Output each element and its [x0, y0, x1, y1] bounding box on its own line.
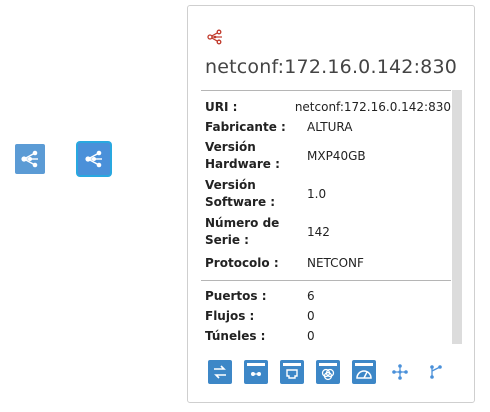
network-node-icon [207, 29, 222, 45]
detail-value: MXP40GB [307, 149, 366, 163]
device-node-selected[interactable] [78, 143, 110, 175]
network-node-icon [85, 150, 102, 168]
device-details-panel: netconf:172.16.0.142:830 URI : netconf:1… [187, 5, 475, 403]
count-label: Puertos : [205, 288, 267, 303]
count-row: Flujos : 0 [201, 306, 451, 326]
branch-icon [430, 365, 442, 379]
detail-row: Protocolo : NETCONF [201, 251, 451, 275]
detail-label: Versión Software : [205, 178, 276, 209]
detail-value: ALTURA [307, 120, 353, 134]
detail-value: 1.0 [307, 187, 327, 201]
circles-link-icon [319, 363, 337, 381]
detail-label: Fabricante : [205, 119, 286, 134]
device-ports-button[interactable] [244, 360, 268, 384]
device-node[interactable] [15, 144, 45, 174]
detail-row: Versión Hardware : MXP40GB [201, 137, 451, 175]
gauge-button[interactable] [352, 360, 376, 384]
device-ports-icon [247, 363, 265, 376]
detail-label: Número de Serie : [205, 216, 280, 247]
count-label: Flujos : [205, 308, 255, 323]
count-row: Túneles : 0 [201, 326, 451, 346]
ethernet-port-icon [283, 363, 301, 379]
count-value: 6 [307, 289, 315, 303]
gauge-icon [355, 363, 373, 379]
detail-label: Versión Hardware : [205, 140, 280, 171]
detail-row: Número de Serie : 142 [201, 213, 451, 251]
detail-label: URI : [205, 99, 238, 114]
detail-row: Fabricante : ALTURA [201, 117, 451, 137]
detail-value: netconf:172.16.0.142:830 [294, 100, 451, 114]
ethernet-port-button[interactable] [280, 360, 304, 384]
count-value: 0 [307, 329, 315, 343]
panel-title: netconf:172.16.0.142:830 [204, 56, 458, 78]
switch-arrows-icon [214, 365, 226, 379]
detail-row: URI : netconf:172.16.0.142:830 [201, 97, 451, 117]
network-node-icon [392, 364, 408, 380]
count-label: Túneles : [205, 328, 266, 343]
detail-row: Versión Software : 1.0 [201, 175, 451, 213]
details-scrollbar[interactable] [452, 90, 462, 344]
detail-label: Protocolo : [205, 255, 279, 270]
switch-view-button[interactable] [208, 360, 232, 384]
network-node-icon [21, 150, 38, 168]
count-value: 0 [307, 309, 315, 323]
network-node-button[interactable] [388, 360, 412, 384]
count-row: Puertos : 6 [201, 286, 451, 306]
detail-value: 142 [307, 225, 330, 239]
circles-link-button[interactable] [316, 360, 340, 384]
detail-value: NETCONF [307, 256, 364, 270]
branch-button[interactable] [424, 360, 448, 384]
panel-toolbar [208, 358, 460, 386]
device-info: URI : netconf:172.16.0.142:830 Fabricant… [201, 90, 451, 346]
